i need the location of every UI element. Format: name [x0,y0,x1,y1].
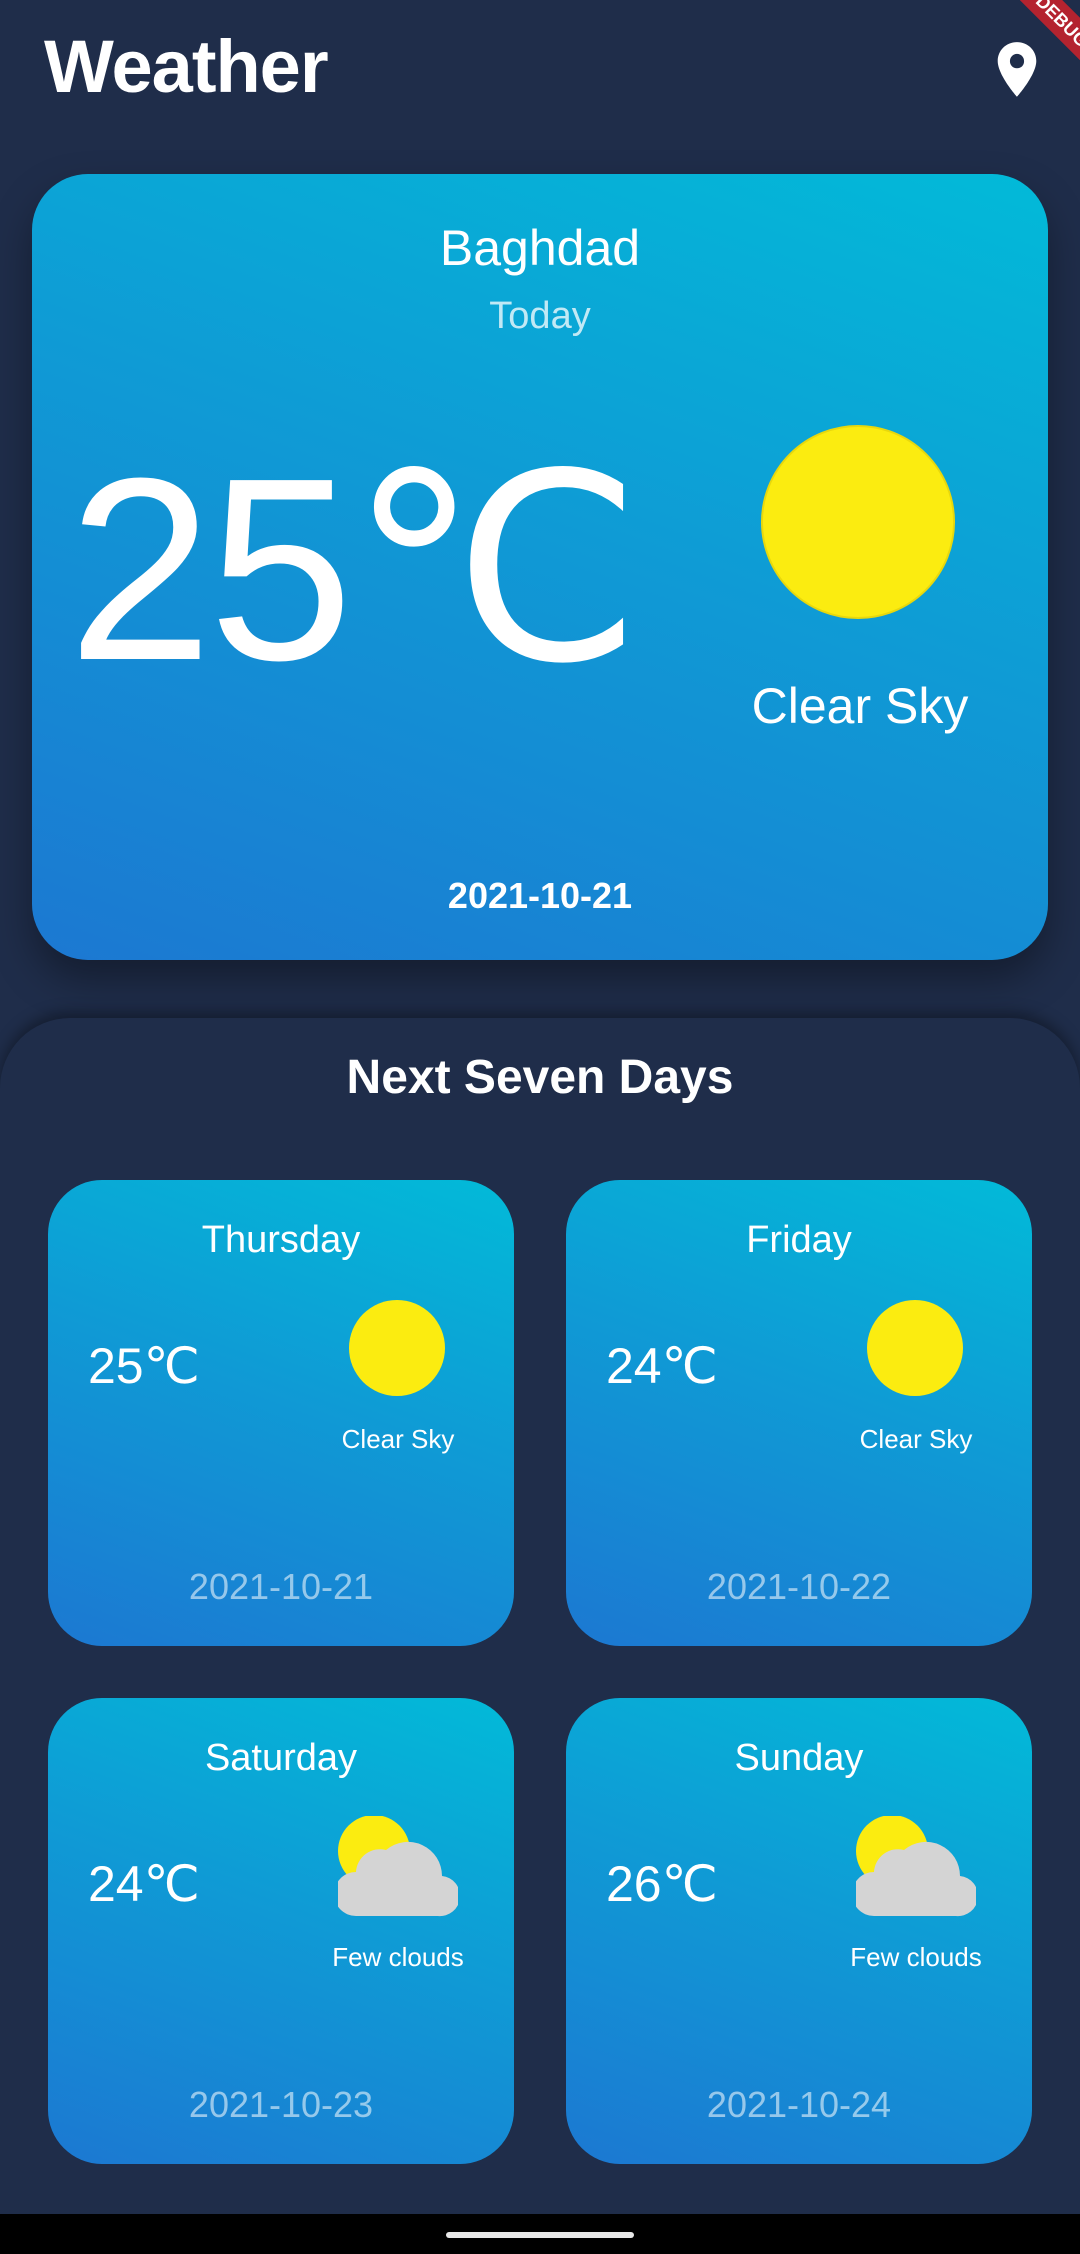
system-navigation-bar [0,2214,1080,2254]
day-date: 2021-10-23 [188,2084,374,2125]
day-name: Sunday [734,1737,864,1779]
day-name: Thursday [201,1219,361,1261]
day-name: Saturday [204,1737,358,1779]
today-condition: Clear Sky [751,678,969,734]
day-condition: Clear Sky [859,1424,973,1454]
sun-icon [867,1300,963,1396]
day-condition: Few clouds [332,1942,464,1972]
day-name: Friday [746,1219,852,1261]
day-date: 2021-10-21 [188,1566,374,1607]
forecast-day-card[interactable]: Friday 24℃ Clear Sky 2021-10-22 [566,1180,1032,1646]
today-temperature: 25℃ [68,425,641,715]
day-temperature: 24℃ [88,1856,200,1912]
forecast-day-card[interactable]: Saturday 24℃ Few clouds 2021-10-23 [48,1698,514,2164]
home-indicator[interactable] [446,2232,634,2238]
day-condition: Few clouds [850,1942,982,1972]
forecast-title: Next Seven Days [346,1051,734,1104]
debug-banner-label: DEBUG [1020,0,1080,60]
few-clouds-icon [338,1816,458,1917]
today-weather-card: Baghdad Today 25℃ Clear Sky 2021-10-21 [32,174,1048,960]
few-clouds-icon [856,1816,976,1917]
forecast-day-card[interactable]: Thursday 25℃ Clear Sky 2021-10-21 [48,1180,514,1646]
day-temperature: 26℃ [606,1856,718,1912]
today-date: 2021-10-21 [447,875,633,916]
day-date: 2021-10-24 [706,2084,892,2125]
debug-banner: DEBUG [1020,0,1080,60]
sun-icon [760,424,956,620]
day-temperature: 25℃ [88,1338,200,1394]
forecast-panel: Next Seven Days Thursday 25℃ Clear Sky 2… [0,1018,1080,2214]
forecast-day-card[interactable]: Sunday 26℃ Few clouds 2021-10-24 [566,1698,1032,2164]
day-condition: Clear Sky [341,1424,455,1454]
sun-icon [349,1300,445,1396]
day-date: 2021-10-22 [706,1566,892,1607]
day-temperature: 24℃ [606,1338,718,1394]
today-label: Today [489,295,591,337]
app-title: Weather [44,25,329,108]
city-name: Baghdad [439,220,641,276]
